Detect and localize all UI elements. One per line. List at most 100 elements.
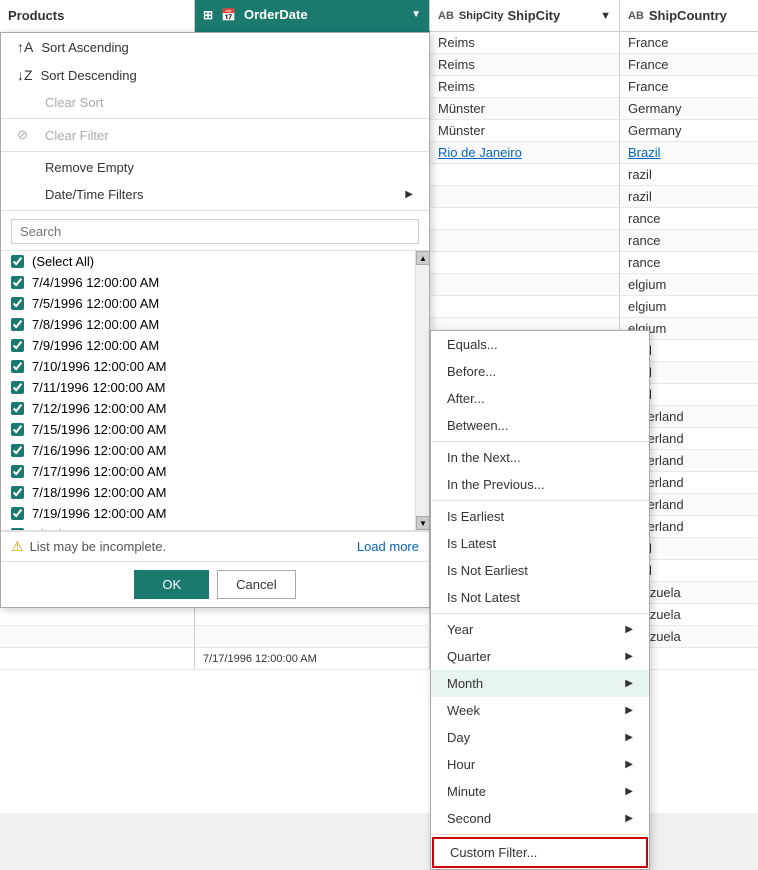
dt-is-earliest[interactable]: Is Earliest [431, 503, 649, 530]
dt-is-latest[interactable]: Is Latest [431, 530, 649, 557]
day-arrow: ▶ [625, 732, 633, 743]
cell-shipcountry: elgium [620, 296, 758, 317]
second-arrow: ▶ [625, 813, 633, 824]
dt-after[interactable]: After... [431, 385, 649, 412]
orderdate-dropdown[interactable]: ▼ [411, 9, 421, 20]
date-label-0: 7/4/1996 12:00:00 AM [32, 275, 159, 290]
ok-button[interactable]: OK [134, 570, 209, 599]
sort-ascending-item[interactable]: ↑A Sort Ascending [1, 33, 429, 61]
scroll-up-button[interactable]: ▲ [416, 251, 429, 265]
cell-shipcity-link[interactable]: Rio de Janeiro [430, 142, 620, 163]
scroll-down-button[interactable]: ▼ [416, 516, 429, 530]
sort-desc-icon: ↓Z [17, 67, 33, 83]
date-checkbox-8[interactable] [11, 444, 24, 457]
dt-year[interactable]: Year ▶ [431, 616, 649, 643]
dt-week-label: Week [447, 703, 480, 718]
select-all-checkbox[interactable] [11, 255, 24, 268]
date-checkbox-6[interactable] [11, 402, 24, 415]
datetime-filters-item[interactable]: Date/Time Filters ▶ [1, 181, 429, 208]
date-item-5[interactable]: 7/11/1996 12:00:00 AM [1, 377, 415, 398]
date-item-9[interactable]: 7/17/1996 12:00:00 AM [1, 461, 415, 482]
dt-quarter[interactable]: Quarter ▶ [431, 643, 649, 670]
date-item-3[interactable]: 7/9/1996 12:00:00 AM [1, 335, 415, 356]
date-checkbox-1[interactable] [11, 297, 24, 310]
orderdate-label: OrderDate [244, 7, 308, 22]
dt-separator-4 [431, 834, 649, 835]
date-item-2[interactable]: 7/8/1996 12:00:00 AM [1, 314, 415, 335]
date-checkbox-2[interactable] [11, 318, 24, 331]
table-header: Products ⊞ 📅 OrderDate ▼ AB ShipCity Shi… [0, 0, 758, 32]
cell-shipcity: Reims [430, 32, 620, 53]
remove-empty-label: Remove Empty [45, 160, 134, 175]
cell-shipcountry: razil [620, 186, 758, 207]
date-checkbox-0[interactable] [11, 276, 24, 289]
shipcity-text: ShipCity [508, 8, 561, 23]
week-arrow: ▶ [625, 705, 633, 716]
select-all-item[interactable]: (Select All) [1, 251, 415, 272]
search-input[interactable] [11, 219, 419, 244]
dt-between[interactable]: Between... [431, 412, 649, 439]
dt-second[interactable]: Second ▶ [431, 805, 649, 832]
separator-2 [1, 151, 429, 152]
calendar-icon: 📅 [221, 8, 236, 22]
dt-minute[interactable]: Minute ▶ [431, 778, 649, 805]
shipcity-filter[interactable]: ▼ [600, 10, 611, 22]
cell-shipcountry-link[interactable]: Brazil [620, 142, 758, 163]
date-checkbox-3[interactable] [11, 339, 24, 352]
dt-day-label: Day [447, 730, 470, 745]
dt-after-label: After... [447, 391, 485, 406]
date-checkbox-7[interactable] [11, 423, 24, 436]
dt-week[interactable]: Week ▶ [431, 697, 649, 724]
main-container: Products ⊞ 📅 OrderDate ▼ AB ShipCity Shi… [0, 0, 758, 813]
date-item-7[interactable]: 7/15/1996 12:00:00 AM [1, 419, 415, 440]
sort-descending-item[interactable]: ↓Z Sort Descending [1, 61, 429, 89]
dt-is-latest-label: Is Latest [447, 536, 496, 551]
warning-text: List may be incomplete. [30, 539, 167, 554]
date-checkbox-10[interactable] [11, 486, 24, 499]
date-label-12: 7/22/1996 12:00:00 AM [32, 527, 166, 531]
dt-is-not-latest[interactable]: Is Not Latest [431, 584, 649, 611]
dt-is-not-earliest[interactable]: Is Not Earliest [431, 557, 649, 584]
dt-in-next-label: In the Next... [447, 450, 521, 465]
dt-before[interactable]: Before... [431, 358, 649, 385]
date-checkbox-12[interactable] [11, 528, 24, 531]
date-label-8: 7/16/1996 12:00:00 AM [32, 443, 166, 458]
dt-in-previous[interactable]: In the Previous... [431, 471, 649, 498]
cell-shipcity [430, 208, 620, 229]
checkbox-list: (Select All) 7/4/1996 12:00:00 AM 7/5/19… [1, 251, 429, 531]
dt-separator-2 [431, 500, 649, 501]
cell-shipcity [430, 186, 620, 207]
date-item-1[interactable]: 7/5/1996 12:00:00 AM [1, 293, 415, 314]
col-orderdate-header[interactable]: ⊞ 📅 OrderDate ▼ [195, 0, 430, 32]
scrollbar[interactable]: ▲ ▼ [415, 251, 429, 530]
date-checkbox-11[interactable] [11, 507, 24, 520]
date-checkbox-9[interactable] [11, 465, 24, 478]
dt-in-next[interactable]: In the Next... [431, 444, 649, 471]
date-label-5: 7/11/1996 12:00:00 AM [32, 380, 165, 395]
date-item-4[interactable]: 7/10/1996 12:00:00 AM [1, 356, 415, 377]
custom-filter-label: Custom Filter... [450, 845, 537, 860]
dt-month[interactable]: Month ▶ [431, 670, 649, 697]
cell-shipcity: Reims [430, 54, 620, 75]
dt-hour[interactable]: Hour ▶ [431, 751, 649, 778]
datetime-submenu-arrow: ▶ [405, 189, 413, 200]
date-checkbox-4[interactable] [11, 360, 24, 373]
dt-equals[interactable]: Equals... [431, 331, 649, 358]
cell-shipcountry: France [620, 54, 758, 75]
products-label: Products [8, 8, 64, 23]
cancel-button[interactable]: Cancel [217, 570, 295, 599]
date-item-12[interactable]: 7/22/1996 12:00:00 AM [1, 524, 415, 531]
custom-filter-item[interactable]: Custom Filter... [432, 837, 648, 868]
date-item-11[interactable]: 7/19/1996 12:00:00 AM [1, 503, 415, 524]
remove-empty-item[interactable]: Remove Empty [1, 154, 429, 181]
dt-between-label: Between... [447, 418, 508, 433]
date-label-3: 7/9/1996 12:00:00 AM [32, 338, 159, 353]
date-item-10[interactable]: 7/18/1996 12:00:00 AM [1, 482, 415, 503]
date-item-0[interactable]: 7/4/1996 12:00:00 AM [1, 272, 415, 293]
date-item-8[interactable]: 7/16/1996 12:00:00 AM [1, 440, 415, 461]
date-checkbox-5[interactable] [11, 381, 24, 394]
dt-day[interactable]: Day ▶ [431, 724, 649, 751]
datetime-submenu: Equals... Before... After... Between... … [430, 330, 650, 870]
load-more-link[interactable]: Load more [357, 539, 419, 554]
date-item-6[interactable]: 7/12/1996 12:00:00 AM [1, 398, 415, 419]
